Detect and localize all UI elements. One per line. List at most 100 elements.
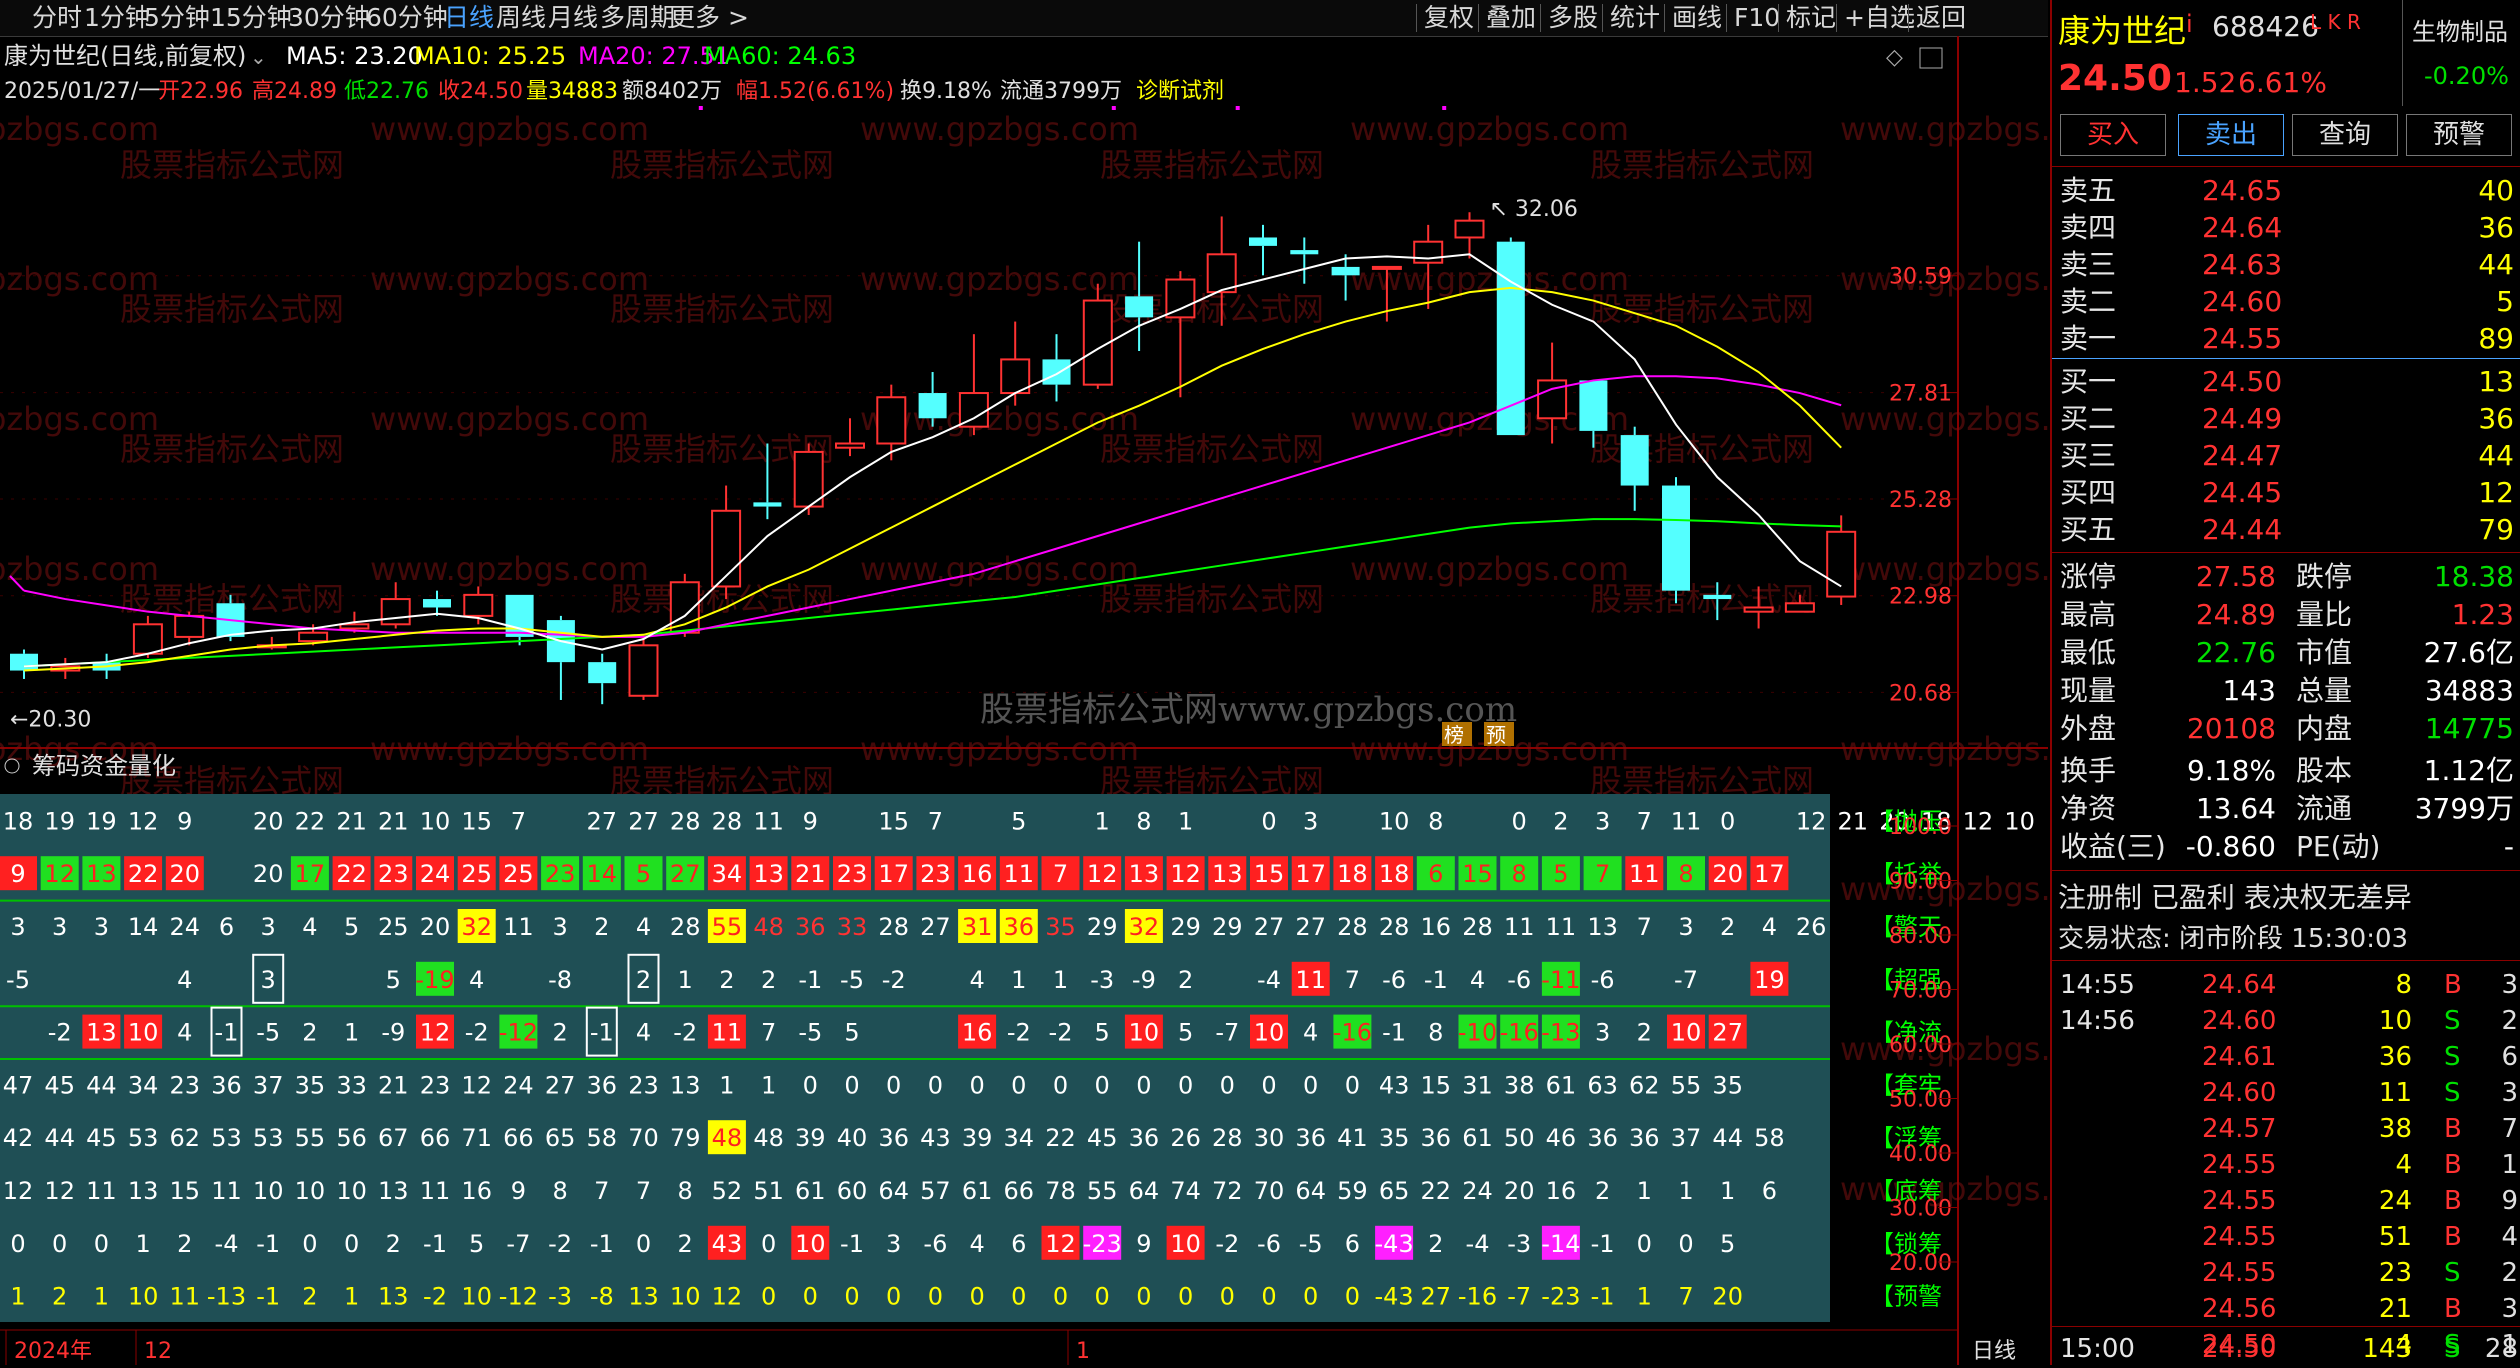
ohlc-field-0: 2025/01/27/一	[4, 79, 160, 104]
indicator-cell-value: 11	[1004, 860, 1035, 888]
toolbar-tool-8[interactable]: 返回	[1916, 0, 1966, 36]
bid-row[interactable]: 买四 24.45 12	[2052, 474, 2520, 512]
indicator-cell-value: 12	[44, 860, 75, 888]
indicator-cell: 23	[916, 856, 955, 891]
indicator-cell: 70	[628, 1124, 659, 1152]
toolbar-tool-4[interactable]: 画线	[1672, 0, 1722, 36]
indicator-cell-value: -23	[1541, 1283, 1580, 1311]
bid-row[interactable]: 买一 24.50 13	[2052, 363, 2520, 401]
candle[interactable]	[711, 485, 742, 600]
bid-volume: 12	[2478, 476, 2514, 509]
indicator-cell-value: 20	[420, 913, 451, 941]
candle[interactable]	[588, 653, 617, 705]
indicator-cell: 43	[920, 1124, 951, 1152]
indicator-cell: 71	[461, 1124, 492, 1152]
indicator-cell: 47	[3, 1071, 34, 1099]
toolbar-tool-7[interactable]: +自选	[1844, 0, 1915, 36]
stat-value: 13.64	[2195, 792, 2276, 825]
candle[interactable]	[628, 636, 659, 700]
trade-button-3[interactable]: 预警	[2406, 114, 2512, 156]
ask-row[interactable]: 卖三 24.63 44	[2052, 246, 2520, 284]
watermark-text: 股票指标公式网	[1590, 146, 1814, 184]
ask-row[interactable]: 卖四 24.64 36	[2052, 209, 2520, 247]
indicator-cell-value: 10	[670, 1283, 701, 1311]
ask-row[interactable]: 卖一 24.55 89	[2052, 320, 2520, 358]
candle[interactable]	[958, 334, 989, 436]
candle[interactable]	[1620, 426, 1649, 511]
period-tab-7[interactable]: 周线	[496, 0, 546, 36]
period-tab-3[interactable]: 15分钟	[210, 0, 292, 36]
kline-chart[interactable]: www.gpzbgs.com www.gpzbgs.com www.gpzbgs.c…	[0, 36, 2048, 1365]
ask-row[interactable]: 卖五 24.65 40	[2052, 172, 2520, 210]
candle[interactable]	[1454, 212, 1485, 259]
period-tab-5[interactable]: 60分钟	[366, 0, 448, 36]
indicator-cell: 21	[336, 807, 367, 835]
toolbar-tool-2[interactable]: 多股	[1548, 0, 1598, 36]
stock-info-icon[interactable]: i	[2186, 10, 2193, 38]
toolbar-tool-0[interactable]: 复权	[1424, 0, 1474, 36]
indicator-cell: -1	[1591, 1230, 1615, 1258]
stat-value: -	[2503, 830, 2514, 863]
period-tab-8[interactable]: 月线	[548, 0, 598, 36]
period-tab-2[interactable]: 5分钟	[144, 0, 210, 36]
indicator-cell: 28	[670, 913, 701, 941]
indicator-cell-value: 27	[670, 860, 701, 888]
candle[interactable]	[1249, 224, 1277, 276]
indicator-cell-value: 13	[753, 860, 784, 888]
trade-button-1[interactable]: 卖出	[2178, 114, 2284, 156]
indicator-cell: 27	[1295, 913, 1326, 941]
indicator-cell-value: 51	[753, 1177, 784, 1205]
sector-name[interactable]: 生物制品	[2412, 12, 2508, 47]
indicator-cell-value: -16	[1500, 1019, 1539, 1047]
candle[interactable]	[380, 582, 411, 629]
indicator-cell: 27	[920, 913, 951, 941]
candle[interactable]	[1290, 237, 1319, 284]
candle[interactable]	[1165, 271, 1196, 398]
candle[interactable]	[423, 590, 451, 616]
trade-button-0[interactable]: 买入	[2060, 114, 2166, 156]
indicator-cell-value: 10	[295, 1177, 326, 1205]
indicator-cell-value: -10	[1458, 1019, 1497, 1047]
candle[interactable]	[256, 636, 287, 650]
indicator-cell-value: 35	[295, 1071, 326, 1099]
indicator-cell-value: -2	[1007, 1019, 1031, 1047]
candle[interactable]	[546, 615, 575, 700]
indicator-cell: 62	[170, 1124, 201, 1152]
tick-count: 28	[2484, 1334, 2518, 1364]
candle[interactable]	[1826, 515, 1857, 605]
ask-row[interactable]: 卖二 24.60 5	[2052, 283, 2520, 321]
candle[interactable]	[1662, 477, 1690, 604]
indicator-tick-label: 80.00	[1889, 924, 1952, 949]
indicator-cell-value: 0	[636, 1230, 651, 1258]
bid-row[interactable]: 买五 24.44 79	[2052, 511, 2520, 549]
toolbar-tool-5[interactable]: F10	[1734, 0, 1780, 36]
indicator-cell-value: 65	[1379, 1177, 1410, 1205]
ohlc-field-6: 额8402万	[622, 79, 722, 104]
toolbar-tool-6[interactable]: 标记	[1786, 0, 1836, 36]
indicator-cell-value: 0	[886, 1071, 901, 1099]
period-tab-4[interactable]: 30分钟	[288, 0, 370, 36]
indicator-cell: 31	[1462, 1071, 1493, 1099]
toolbar-tool-3[interactable]: 统计	[1610, 0, 1660, 36]
indicator-cell: 5	[1095, 1019, 1110, 1047]
period-tab-9[interactable]: 多周期	[600, 0, 675, 36]
indicator-cell: 2	[719, 966, 734, 994]
toolbar-tool-1[interactable]: 叠加	[1486, 0, 1536, 36]
bid-row[interactable]: 买三 24.47 44	[2052, 437, 2520, 475]
indicator-cell-value: 14	[587, 860, 618, 888]
indicator-cell: -1	[798, 966, 822, 994]
period-tab-6[interactable]: 日线	[444, 0, 494, 36]
indicator-cell-value: 29	[1170, 913, 1201, 941]
candle[interactable]	[10, 649, 38, 679]
candle[interactable]	[793, 443, 824, 515]
period-tab-0[interactable]: 分时	[32, 0, 82, 36]
period-tab-1[interactable]: 1分钟	[84, 0, 150, 36]
period-tab-10[interactable]: 更多 >	[670, 0, 749, 36]
watermark-text: 股票指标公式网	[1100, 580, 1324, 618]
trade-button-2[interactable]: 查询	[2292, 114, 2398, 156]
candle[interactable]	[1125, 241, 1154, 351]
indicator-cell: 35	[295, 1071, 326, 1099]
candle[interactable]	[505, 594, 534, 646]
bid-row[interactable]: 买二 24.49 36	[2052, 400, 2520, 438]
indicator-cell: 35	[1379, 1124, 1410, 1152]
